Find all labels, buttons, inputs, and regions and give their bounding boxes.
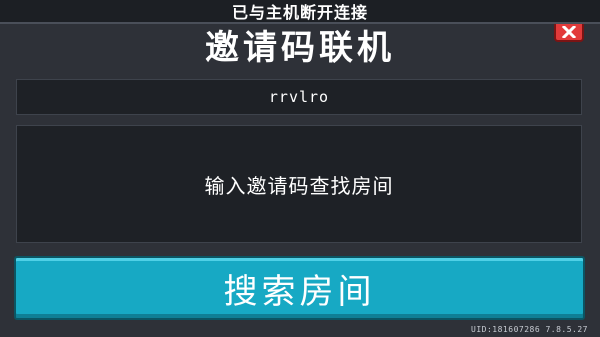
connection-status-bar: 已与主机断开连接 xyxy=(0,0,600,24)
hint-panel: 输入邀请码查找房间 xyxy=(16,125,582,243)
invite-code-dialog: 邀请码联机 rrvlro 输入邀请码查找房间 搜索房间 xyxy=(0,24,600,337)
search-room-button[interactable]: 搜索房间 xyxy=(14,256,585,320)
invite-code-value: rrvlro xyxy=(268,88,330,106)
hint-text: 输入邀请码查找房间 xyxy=(204,173,394,198)
close-button[interactable] xyxy=(554,24,584,42)
uid-version-text: UID:181607286 7.8.5.27 xyxy=(471,325,588,334)
invite-code-input[interactable]: rrvlro xyxy=(16,79,582,115)
close-icon xyxy=(561,26,577,38)
game-screen: 已与主机断开连接 邀请码联机 rrvlro 输入邀请码查找房间 搜索房间 UID… xyxy=(0,0,600,337)
search-room-label: 搜索房间 xyxy=(223,271,376,312)
connection-status-text: 已与主机断开连接 xyxy=(231,3,368,22)
dialog-title: 邀请码联机 xyxy=(205,28,395,68)
